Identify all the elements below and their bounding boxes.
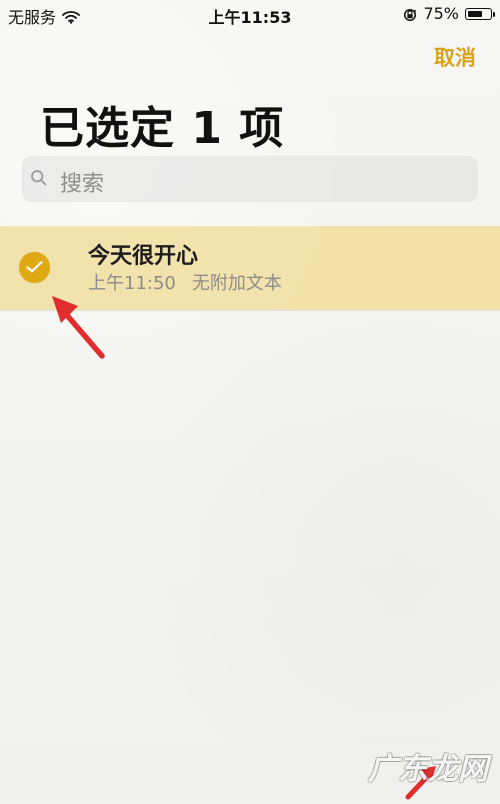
status-right: 75% [403,4,495,23]
red-arrow-annotation [44,292,110,364]
watermark-logo: 广东龙网 [368,752,488,787]
status-bar: 无服务 上午11:53 75% [0,0,500,30]
page-title: 已选定 1 项 [40,103,285,154]
search-placeholder: 搜索 [60,172,105,197]
note-title: 今天很开心 [88,244,199,269]
battery-percentage: 75% [423,4,459,23]
orientation-lock-icon [403,7,417,21]
battery-fill [468,10,483,17]
cancel-button[interactable]: 取消 [434,42,476,72]
battery-icon [465,7,495,20]
note-meta: 上午11:50 无附加文本 [88,269,282,295]
search-icon [30,169,48,187]
check-circle-icon[interactable] [19,252,50,283]
note-subtitle: 无附加文本 [191,273,282,294]
